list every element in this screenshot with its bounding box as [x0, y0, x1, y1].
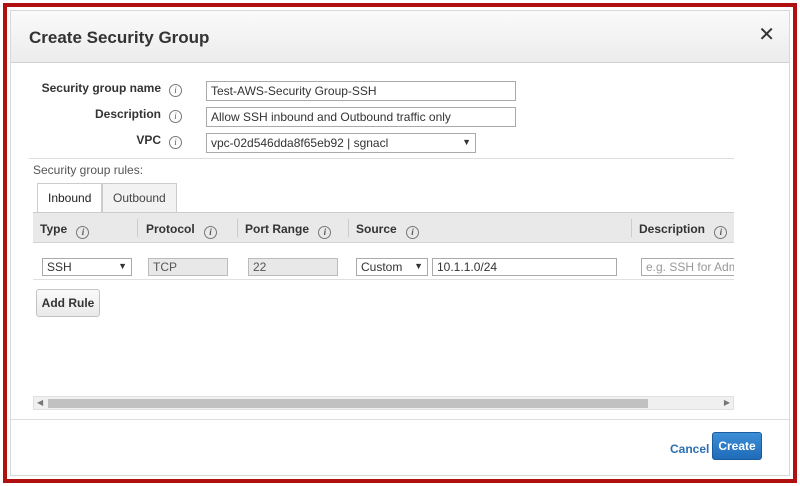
name-label: Security group name: [41, 81, 161, 95]
vpc-label: VPC: [136, 133, 161, 147]
column-header-port-range: Port Range i: [245, 222, 332, 239]
scroll-right-icon[interactable]: ▶: [724, 398, 730, 407]
rules-table: Type i Protocol i Port Range i Source i: [33, 212, 734, 407]
scrollbar-thumb[interactable]: [48, 399, 648, 408]
dialog: Create Security Group ✕ Security group n…: [10, 10, 790, 476]
column-header-description: Description i: [639, 222, 728, 239]
description-info-icon[interactable]: i: [169, 110, 182, 123]
footer-divider: [11, 419, 789, 420]
column-header-protocol-label: Protocol: [146, 222, 195, 236]
dialog-header: Create Security Group ✕: [11, 11, 789, 63]
chevron-down-icon: ▼: [414, 261, 423, 271]
column-header-description-label: Description: [639, 222, 706, 236]
rule-description-input[interactable]: e.g. SSH for Admin D: [641, 258, 734, 276]
rule-type-value: SSH: [47, 260, 72, 274]
rule-port-range-field: 22: [248, 258, 338, 276]
scroll-left-icon[interactable]: ◀: [37, 398, 43, 407]
create-button[interactable]: Create: [712, 432, 762, 460]
rule-source-type-select[interactable]: Custom ▼: [356, 258, 428, 276]
horizontal-scrollbar[interactable]: ◀ ▶: [33, 396, 734, 410]
description-label: Description: [94, 107, 161, 121]
chevron-down-icon: ▼: [118, 261, 127, 271]
section-divider: [29, 158, 734, 159]
column-divider: [237, 219, 238, 237]
rules-section-label: Security group rules:: [33, 163, 144, 177]
cancel-button[interactable]: Cancel: [670, 442, 709, 456]
rule-source-cidr-input[interactable]: 10.1.1.0/24: [432, 258, 617, 276]
vpc-select-value: vpc-02d546dda8f65eb92 | sgnacl: [211, 136, 389, 150]
rule-source-type-value: Custom: [361, 260, 403, 274]
rule-type-select[interactable]: SSH ▼: [42, 258, 132, 276]
column-divider: [631, 219, 632, 237]
vpc-select[interactable]: vpc-02d546dda8f65eb92 | sgnacl ▼: [206, 133, 476, 153]
description-col-info-icon[interactable]: i: [714, 226, 728, 239]
tab-inbound[interactable]: Inbound: [37, 183, 103, 213]
tab-outbound[interactable]: Outbound: [102, 183, 177, 213]
column-header-source: Source i: [356, 222, 420, 239]
column-header-protocol: Protocol i: [146, 222, 218, 239]
table-header: Type i Protocol i Port Range i Source i: [33, 213, 734, 243]
description-input[interactable]: Allow SSH inbound and Outbound traffic o…: [206, 107, 516, 127]
close-icon[interactable]: ✕: [758, 25, 775, 45]
chevron-down-icon: ▼: [462, 137, 471, 147]
protocol-info-icon[interactable]: i: [204, 226, 218, 239]
row-divider: [33, 279, 734, 280]
column-header-type: Type i: [40, 222, 90, 239]
column-header-port-range-label: Port Range: [245, 222, 310, 236]
dialog-title: Create Security Group: [29, 28, 210, 47]
rule-protocol-field: TCP: [148, 258, 228, 276]
name-info-icon[interactable]: i: [169, 84, 182, 97]
outer-frame: Create Security Group ✕ Security group n…: [3, 3, 797, 483]
column-divider: [137, 219, 138, 237]
source-info-icon[interactable]: i: [406, 226, 420, 239]
port-range-info-icon[interactable]: i: [318, 226, 332, 239]
security-group-name-input[interactable]: Test-AWS-Security Group-SSH: [206, 81, 516, 101]
vpc-info-icon[interactable]: i: [169, 136, 182, 149]
column-header-type-label: Type: [40, 222, 68, 236]
column-divider: [348, 219, 349, 237]
type-info-icon[interactable]: i: [76, 226, 90, 239]
add-rule-button[interactable]: Add Rule: [36, 289, 100, 317]
column-header-source-label: Source: [356, 222, 397, 236]
